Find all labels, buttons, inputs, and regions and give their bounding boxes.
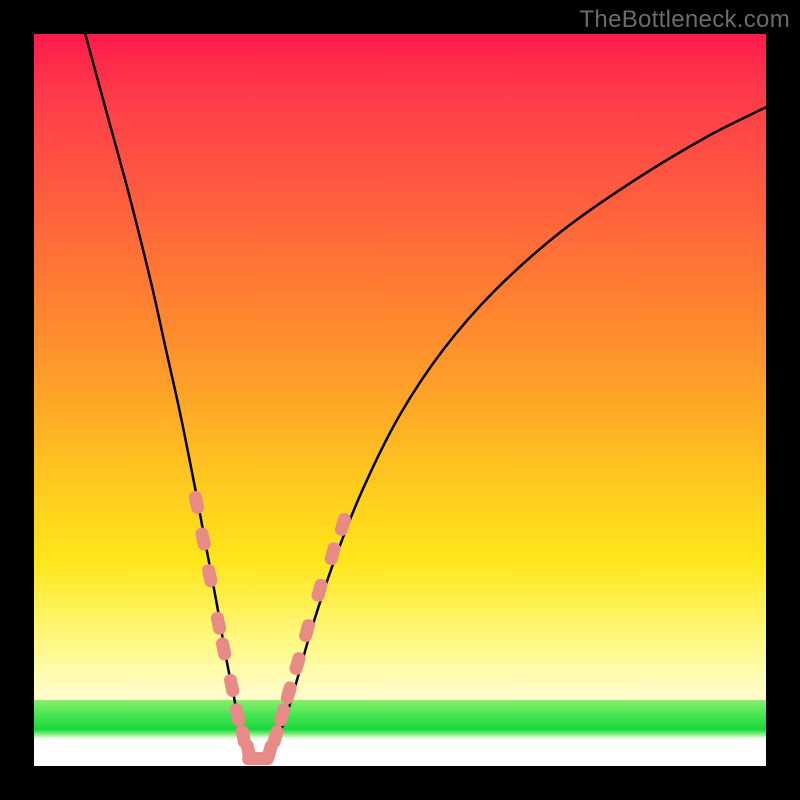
data-bead [310, 577, 329, 603]
data-bead [194, 526, 211, 551]
data-bead [201, 563, 218, 588]
data-bead [323, 541, 342, 567]
data-bead [279, 680, 298, 706]
data-bead [229, 702, 246, 727]
data-bead [215, 636, 232, 661]
data-bead [273, 702, 292, 728]
chart-frame: TheBottleneck.com [0, 0, 800, 800]
data-bead [266, 724, 285, 750]
chart-svg [34, 34, 766, 766]
bead-group [188, 490, 353, 765]
watermark-text: TheBottleneck.com [579, 6, 790, 34]
right-curve [268, 107, 766, 758]
data-bead [188, 490, 205, 515]
data-bead [251, 752, 274, 765]
data-bead [223, 673, 240, 698]
data-bead [333, 512, 352, 538]
data-bead [298, 618, 317, 644]
plot-area [34, 34, 766, 766]
data-bead [288, 651, 307, 677]
data-bead [210, 611, 227, 636]
